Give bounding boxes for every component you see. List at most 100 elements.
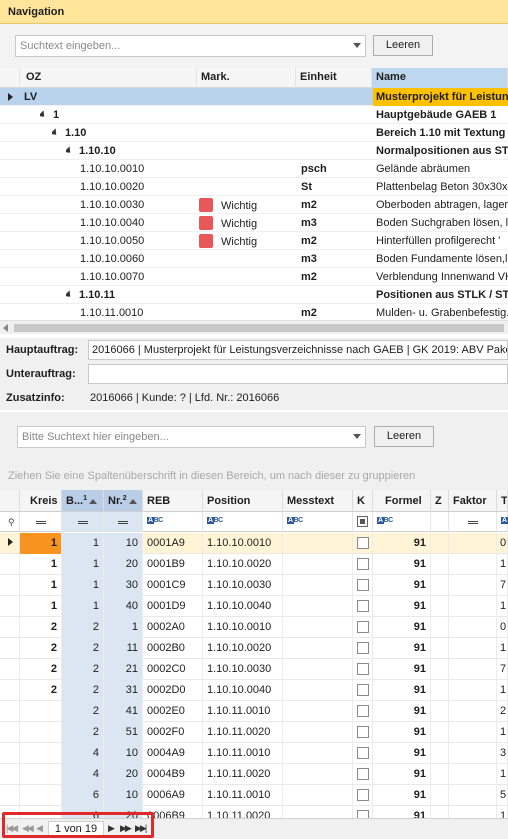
grid-cell-kreis[interactable] [20, 764, 62, 785]
grid-cell-position[interactable]: 1.10.11.0010 [203, 743, 283, 764]
grid-cell-b[interactable]: 4 [62, 764, 104, 785]
grid-cell-b[interactable]: 1 [62, 596, 104, 617]
grid-cell-formel[interactable]: 91 [373, 701, 431, 722]
grid-cell-nr[interactable]: 41 [104, 701, 143, 722]
grid-cell-reb[interactable]: 0006A9 [143, 785, 203, 806]
grid-cell-messtext[interactable] [283, 533, 353, 554]
grid-cell-formel[interactable]: 91 [373, 659, 431, 680]
grid-header-nr[interactable]: Nr.2 [104, 490, 143, 512]
grid-cell-k[interactable] [353, 785, 373, 806]
grid-row[interactable]: 1 1 10 0001A9 1.10.10.0010 91 0 [0, 533, 508, 554]
grid-cell-reb[interactable]: 0004A9 [143, 743, 203, 764]
grid-cell-faktor[interactable] [449, 554, 497, 575]
grid-cell-z[interactable] [431, 701, 449, 722]
grid-row[interactable]: 2 2 21 0002C0 1.10.10.0030 91 7 [0, 659, 508, 680]
grid-row[interactable]: 4 10 0004A9 1.10.11.0010 91 3 [0, 743, 508, 764]
unterauftrag-field[interactable] [88, 364, 508, 384]
filter-cell-messtext[interactable]: ABC [283, 512, 353, 532]
grid-cell-formel[interactable]: 91 [373, 533, 431, 554]
grid-cell-b[interactable]: 2 [62, 701, 104, 722]
k-checkbox[interactable] [356, 621, 369, 633]
k-checkbox[interactable] [356, 684, 369, 696]
grid-cell-reb[interactable]: 0004B9 [143, 764, 203, 785]
grid-row[interactable]: 2 41 0002E0 1.10.11.0010 91 2 [0, 701, 508, 722]
grid-row[interactable]: 2 51 0002F0 1.10.11.0020 91 1 [0, 722, 508, 743]
grid-header-faktor[interactable]: Faktor [449, 490, 497, 512]
grid-cell-kreis[interactable] [20, 785, 62, 806]
grid-cell-messtext[interactable] [283, 575, 353, 596]
filter-cell-nr[interactable] [104, 512, 143, 532]
grid-cell-t[interactable]: 1 [497, 596, 508, 617]
k-checkbox[interactable] [356, 600, 369, 612]
grid-cell-t[interactable]: 2 [497, 701, 508, 722]
grid-cell-position[interactable]: 1.10.11.0010 [203, 701, 283, 722]
tree-row[interactable]: 1.10.10.0010 psch Gelände abräumen [0, 160, 508, 178]
grid-cell-reb[interactable]: 0001A9 [143, 533, 203, 554]
grid-cell-kreis[interactable]: 2 [20, 680, 62, 701]
grid-cell-formel[interactable]: 91 [373, 617, 431, 638]
chevron-down-icon[interactable] [353, 434, 361, 439]
grid-cell-reb[interactable]: 0001C9 [143, 575, 203, 596]
scrollbar-thumb[interactable] [14, 324, 504, 332]
expand-collapse-icon[interactable] [66, 290, 74, 300]
grid-cell-messtext[interactable] [283, 701, 353, 722]
grid-cell-z[interactable] [431, 617, 449, 638]
grid-cell-z[interactable] [431, 722, 449, 743]
grid-header-k[interactable]: K [353, 490, 373, 512]
grid-cell-faktor[interactable] [449, 575, 497, 596]
grid-cell-z[interactable] [431, 554, 449, 575]
grid-cell-reb[interactable]: 0001D9 [143, 596, 203, 617]
grid-cell-reb[interactable]: 0002A0 [143, 617, 203, 638]
grid-cell-b[interactable]: 1 [62, 554, 104, 575]
grid-cell-faktor[interactable] [449, 680, 497, 701]
grid-cell-b[interactable]: 2 [62, 722, 104, 743]
grid-cell-nr[interactable]: 20 [104, 554, 143, 575]
chevron-down-icon[interactable] [353, 43, 361, 48]
grid-cell-formel[interactable]: 91 [373, 722, 431, 743]
grid-cell-reb[interactable]: 0002D0 [143, 680, 203, 701]
grid-cell-t[interactable]: 1 [497, 680, 508, 701]
grid-cell-position[interactable]: 1.10.11.0020 [203, 722, 283, 743]
grid-cell-b[interactable]: 2 [62, 680, 104, 701]
filter-cell-faktor[interactable] [449, 512, 497, 532]
grid-cell-k[interactable] [353, 701, 373, 722]
expand-collapse-icon[interactable] [52, 128, 60, 138]
tree-row[interactable]: 1.10.11 Positionen aus STLK / ST [0, 286, 508, 304]
grid-header-z[interactable]: Z [431, 490, 449, 512]
navigation-search-input[interactable]: Suchtext eingeben... [15, 35, 366, 57]
grid-cell-z[interactable] [431, 743, 449, 764]
tree-row[interactable]: LV Musterprojekt für Leistungsverzeichnis… [0, 88, 508, 106]
filter-cell-k[interactable] [353, 512, 373, 532]
grid-cell-k[interactable] [353, 659, 373, 680]
grid-cell-position[interactable]: 1.10.10.0030 [203, 659, 283, 680]
grid-cell-z[interactable] [431, 764, 449, 785]
tree-row[interactable]: 1.10.10.0020 St Plattenbelag Beton 30x30x4 [0, 178, 508, 196]
expand-collapse-icon[interactable] [40, 110, 48, 120]
grid-cell-k[interactable] [353, 596, 373, 617]
grid-cell-faktor[interactable] [449, 596, 497, 617]
k-checkbox[interactable] [356, 642, 369, 654]
k-checkbox[interactable] [356, 747, 369, 759]
grid-cell-nr[interactable]: 51 [104, 722, 143, 743]
grid-cell-reb[interactable]: 0002F0 [143, 722, 203, 743]
grid-cell-nr[interactable]: 30 [104, 575, 143, 596]
grid-cell-b[interactable]: 2 [62, 659, 104, 680]
grid-cell-messtext[interactable] [283, 596, 353, 617]
grid-header-reb[interactable]: REB [143, 490, 203, 512]
grid-cell-kreis[interactable] [20, 701, 62, 722]
grid-cell-z[interactable] [431, 785, 449, 806]
grid-cell-kreis[interactable]: 2 [20, 659, 62, 680]
grid-cell-messtext[interactable] [283, 785, 353, 806]
tree-header-mark[interactable]: Mark. [197, 68, 296, 88]
tree-row[interactable]: 1.10.10.0060 m3 Boden Fundamente lösen,lad [0, 250, 508, 268]
grid-cell-messtext[interactable] [283, 806, 353, 818]
grid-cell-k[interactable] [353, 722, 373, 743]
grid-cell-z[interactable] [431, 659, 449, 680]
grid-cell-faktor[interactable] [449, 785, 497, 806]
grid-cell-t[interactable]: 0 [497, 617, 508, 638]
grid-cell-t[interactable]: 1 [497, 806, 508, 818]
grid-cell-z[interactable] [431, 575, 449, 596]
grid-cell-nr[interactable]: 11 [104, 638, 143, 659]
grid-cell-faktor[interactable] [449, 722, 497, 743]
grid-cell-faktor[interactable] [449, 638, 497, 659]
